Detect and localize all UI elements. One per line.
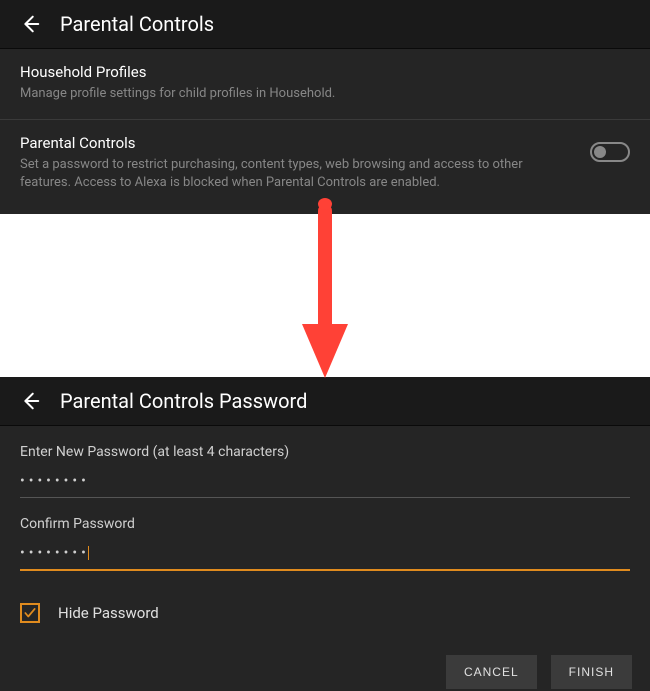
enter-password-input[interactable]: •••••••• xyxy=(20,470,630,498)
household-profiles-row[interactable]: Household Profiles Manage profile settin… xyxy=(0,49,650,120)
enter-password-field: Enter New Password (at least 4 character… xyxy=(20,444,630,498)
parental-toggle[interactable] xyxy=(590,142,630,162)
header-bottom: Parental Controls Password xyxy=(0,377,650,426)
checkbox-icon xyxy=(20,603,40,623)
confirm-password-field: Confirm Password •••••••• xyxy=(20,516,630,571)
household-desc: Manage profile settings for child profil… xyxy=(20,85,630,103)
cancel-button[interactable]: CANCEL xyxy=(446,655,537,689)
hide-password-label: Hide Password xyxy=(58,604,159,622)
parental-controls-row: Parental Controls Set a password to rest… xyxy=(0,120,650,208)
password-screen: Parental Controls Password Enter New Pas… xyxy=(0,377,650,691)
page-title: Parental Controls xyxy=(60,12,214,36)
confirm-password-label: Confirm Password xyxy=(20,516,630,532)
parental-desc: Set a password to restrict purchasing, c… xyxy=(20,156,570,192)
back-icon[interactable] xyxy=(18,12,42,36)
toggle-knob-icon xyxy=(594,146,606,158)
household-title: Household Profiles xyxy=(20,63,630,81)
parental-title: Parental Controls xyxy=(20,134,570,152)
enter-password-label: Enter New Password (at least 4 character… xyxy=(20,444,630,460)
hide-password-checkbox-row[interactable]: Hide Password xyxy=(0,589,650,637)
gap-area xyxy=(0,214,650,377)
text-cursor-icon xyxy=(88,546,89,560)
finish-button[interactable]: FINISH xyxy=(551,655,632,689)
button-row: CANCEL FINISH xyxy=(0,637,650,689)
confirm-password-input[interactable]: •••••••• xyxy=(20,542,630,571)
page-title: Parental Controls Password xyxy=(60,389,307,413)
header-top: Parental Controls xyxy=(0,0,650,49)
parental-controls-screen: Parental Controls Household Profiles Man… xyxy=(0,0,650,214)
back-icon[interactable] xyxy=(18,389,42,413)
